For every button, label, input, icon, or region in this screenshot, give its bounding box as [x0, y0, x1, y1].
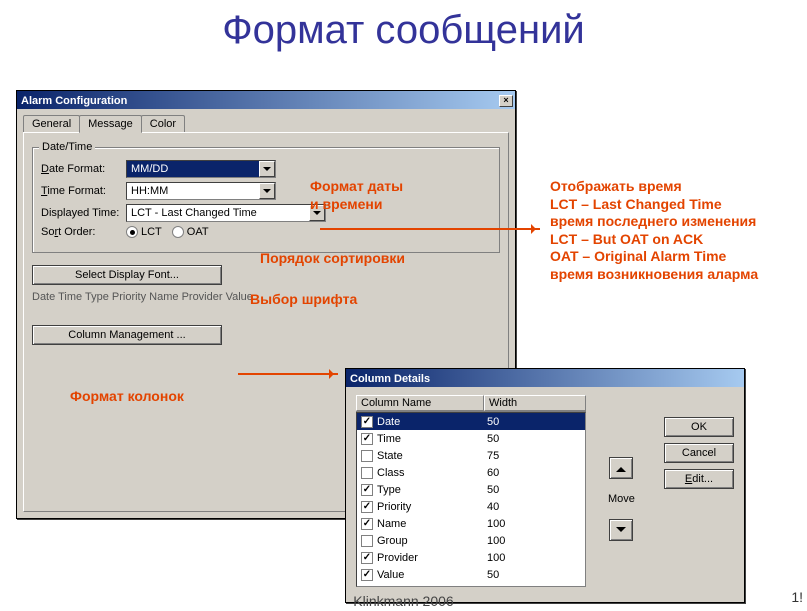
arrow-up-icon	[616, 462, 626, 472]
checkbox[interactable]	[361, 552, 373, 564]
tab-message[interactable]: Message	[79, 115, 142, 133]
select-font-label: Select Display Font...	[75, 269, 179, 281]
annotation-date-time: Формат даты и времени	[310, 178, 403, 213]
arrow-icon	[238, 373, 338, 375]
column-width-cell: 100	[487, 552, 547, 564]
column-name-cell: Date	[377, 416, 487, 428]
sort-order-label: Sort Order:	[41, 226, 126, 238]
column-width-cell: 50	[487, 569, 547, 581]
checkbox[interactable]	[361, 450, 373, 462]
arrow-icon	[320, 228, 540, 230]
time-format-label: Time Format:	[41, 185, 126, 197]
table-row[interactable]: Class60	[357, 464, 585, 481]
time-format-combo[interactable]: HH:MM	[126, 182, 276, 200]
table-row[interactable]: Time50	[357, 430, 585, 447]
chevron-down-icon[interactable]	[259, 161, 275, 177]
table-row[interactable]: Value50	[357, 566, 585, 583]
annotation-columns: Формат колонок	[70, 388, 184, 406]
column-list-header: Column Name Width	[356, 395, 586, 412]
tab-color[interactable]: Color	[141, 115, 185, 133]
column-ok-button[interactable]: OK	[664, 417, 734, 437]
table-row[interactable]: Priority40	[357, 498, 585, 515]
sort-lct-radio[interactable]: LCT	[126, 226, 162, 238]
move-down-button[interactable]	[609, 519, 633, 541]
column-width-cell: 100	[487, 535, 547, 547]
column-width-cell: 100	[487, 518, 547, 530]
table-row[interactable]: Provider100	[357, 549, 585, 566]
select-font-button[interactable]: Select Display Font...	[32, 265, 222, 285]
annotation-displayed-time: Отображать время LCT – Last Changed Time…	[550, 178, 758, 283]
radio-icon	[126, 226, 138, 238]
column-name-cell: Time	[377, 433, 487, 445]
alarm-config-titlebar: Alarm Configuration ×	[17, 91, 515, 109]
checkbox[interactable]	[361, 416, 373, 428]
column-name-cell: Priority	[377, 501, 487, 513]
date-format-value: MM/DD	[127, 162, 259, 176]
checkbox[interactable]	[361, 501, 373, 513]
column-width-cell: 50	[487, 416, 547, 428]
date-format-label: Date Format:	[41, 163, 126, 175]
checkbox[interactable]	[361, 518, 373, 530]
arrow-down-icon	[616, 527, 626, 537]
header-width[interactable]: Width	[484, 395, 586, 411]
move-label: Move	[608, 493, 635, 505]
column-name-cell: Type	[377, 484, 487, 496]
slide-title: Формат сообщений	[0, 8, 807, 53]
table-row[interactable]: Group100	[357, 532, 585, 549]
date-format-combo[interactable]: MM/DD	[126, 160, 276, 178]
column-ok-label: OK	[691, 421, 707, 433]
column-management-label: Column Management ...	[68, 329, 185, 341]
annotation-sort-order: Порядок сортировки	[260, 250, 405, 268]
column-management-button[interactable]: Column Management ...	[32, 325, 222, 345]
column-width-cell: 75	[487, 450, 547, 462]
chevron-down-icon[interactable]	[259, 183, 275, 199]
header-column-name[interactable]: Column Name	[356, 395, 484, 411]
sort-oat-label: OAT	[187, 226, 209, 238]
checkbox[interactable]	[361, 484, 373, 496]
annotation-font: Выбор шрифта	[250, 291, 357, 309]
column-name-cell: Provider	[377, 552, 487, 564]
sort-lct-label: LCT	[141, 226, 162, 238]
footer: Klinkmann 2006	[353, 593, 453, 609]
date-time-group-label: Date/Time	[39, 141, 95, 153]
radio-icon	[172, 226, 184, 238]
table-row[interactable]: State75	[357, 447, 585, 464]
displayed-time-label: Displayed Time:	[41, 207, 126, 219]
checkbox[interactable]	[361, 467, 373, 479]
column-name-cell: Name	[377, 518, 487, 530]
move-up-button[interactable]	[609, 457, 633, 479]
column-cancel-button[interactable]: Cancel	[664, 443, 734, 463]
displayed-time-value: LCT - Last Changed Time	[127, 206, 309, 220]
displayed-time-combo[interactable]: LCT - Last Changed Time	[126, 204, 326, 222]
checkbox[interactable]	[361, 433, 373, 445]
column-width-cell: 50	[487, 484, 547, 496]
tab-general[interactable]: General	[23, 115, 80, 133]
checkbox[interactable]	[361, 569, 373, 581]
column-name-cell: Class	[377, 467, 487, 479]
tab-strip: General Message Color	[23, 115, 509, 133]
column-name-cell: State	[377, 450, 487, 462]
column-name-cell: Group	[377, 535, 487, 547]
column-width-cell: 60	[487, 467, 547, 479]
table-row[interactable]: Name100	[357, 515, 585, 532]
column-cancel-label: Cancel	[682, 447, 716, 459]
column-width-cell: 50	[487, 433, 547, 445]
column-width-cell: 40	[487, 501, 547, 513]
date-time-group: Date/Time Date Format: MM/DD Time Format…	[32, 147, 500, 253]
table-row[interactable]: Date50	[357, 413, 585, 430]
column-details-title: Column Details	[350, 373, 430, 385]
sort-oat-radio[interactable]: OAT	[172, 226, 209, 238]
column-edit-button[interactable]: Edit...	[664, 469, 734, 489]
close-icon[interactable]: ×	[499, 95, 513, 107]
alarm-config-title: Alarm Configuration	[21, 95, 127, 107]
time-format-value: HH:MM	[127, 184, 259, 198]
column-list[interactable]: Date50Time50State75Class60Type50Priority…	[356, 412, 586, 587]
column-name-cell: Value	[377, 569, 487, 581]
table-row[interactable]: Type50	[357, 481, 585, 498]
column-details-titlebar: Column Details	[346, 369, 744, 387]
checkbox[interactable]	[361, 535, 373, 547]
column-details-window: Column Details Column Name Width Date50T…	[345, 368, 745, 603]
